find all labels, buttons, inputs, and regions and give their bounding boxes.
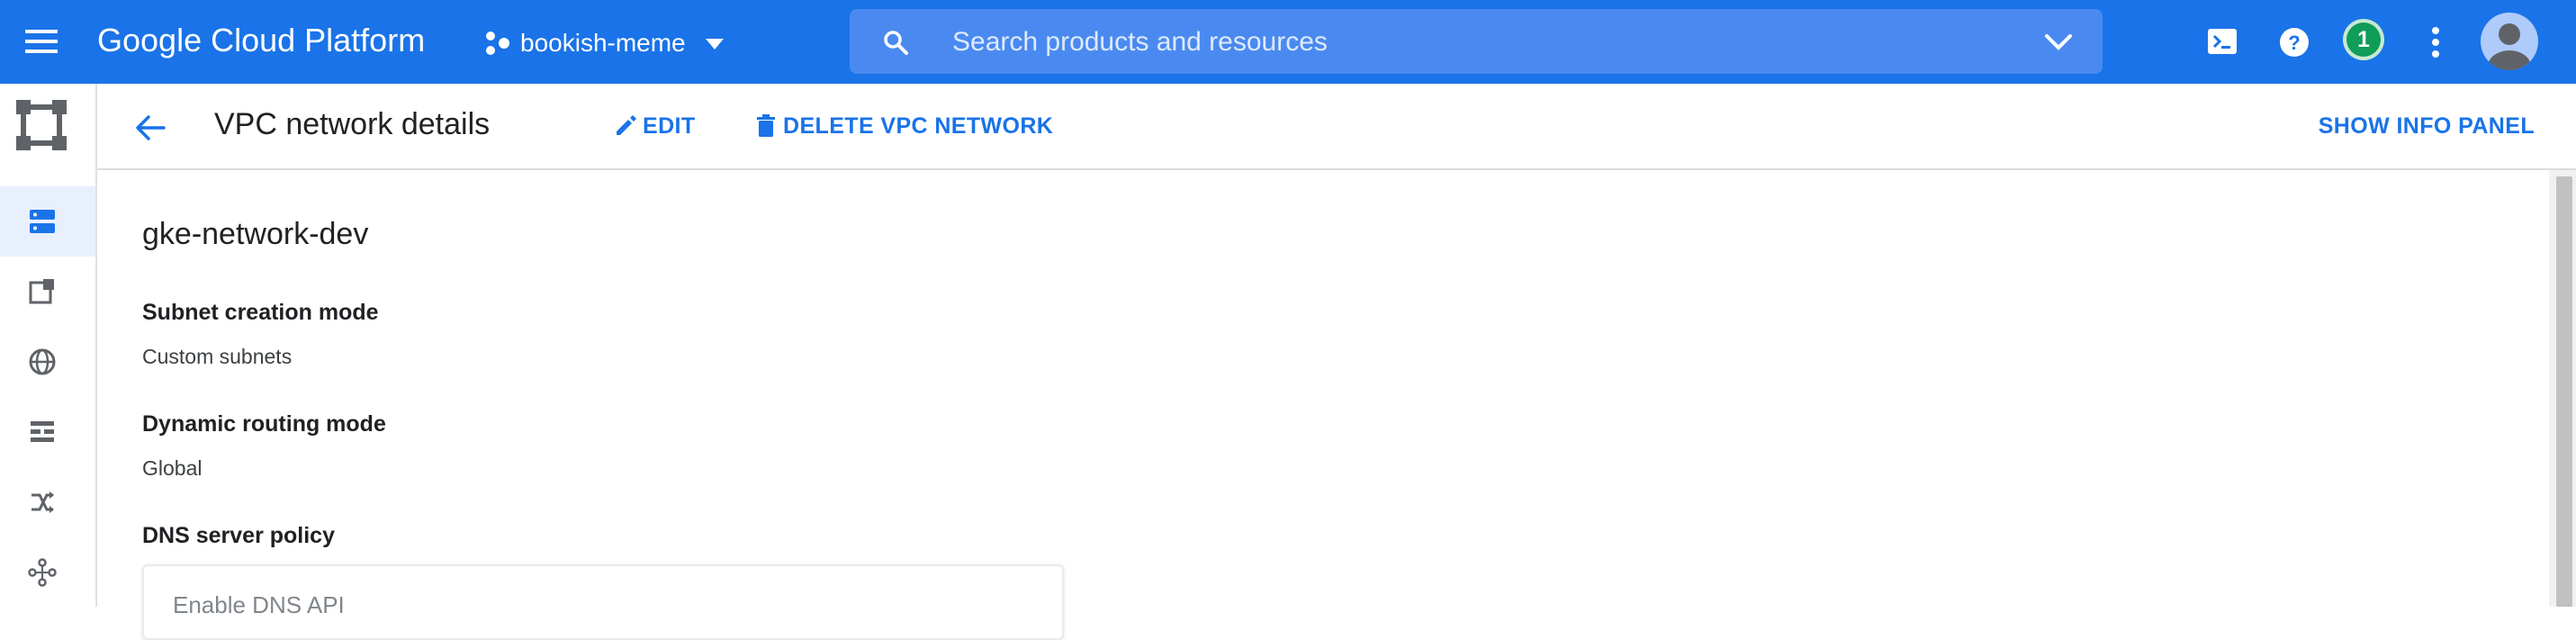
person-icon: [2488, 23, 2531, 70]
delete-vpc-network-button[interactable]: DELETE VPC NETWORK: [752, 105, 1053, 147]
rail-item-firewall[interactable]: [0, 397, 95, 467]
delete-label: DELETE VPC NETWORK: [783, 113, 1054, 139]
edit-label: EDIT: [643, 113, 696, 139]
cloud-shell-icon[interactable]: [2207, 28, 2238, 55]
firewall-icon: [31, 421, 54, 442]
pencil-icon: [617, 115, 636, 135]
enable-dns-api-text: Enable DNS API: [173, 591, 345, 618]
back-arrow-icon[interactable]: [133, 111, 167, 145]
rail-item-peering[interactable]: [0, 537, 95, 608]
dynamic-routing-mode-label: Dynamic routing mode: [142, 411, 386, 437]
subnet-creation-mode-value: Custom subnets: [142, 345, 293, 368]
show-info-panel-button[interactable]: SHOW INFO PANEL: [2319, 105, 2535, 147]
dns-api-card: Enable DNS API: [142, 564, 1064, 640]
scrollbar-thumb[interactable]: [2556, 176, 2572, 607]
network-details-content: gke-network-dev Subnet creation mode Cus…: [97, 170, 2549, 640]
dns-server-policy-label: DNS server policy: [142, 523, 335, 548]
account-avatar[interactable]: [2481, 13, 2538, 70]
rail-item-routes[interactable]: [0, 467, 95, 537]
vpc-networks-icon: [30, 210, 55, 233]
top-app-bar: Google Cloud Platform bookish-meme ? 1: [0, 0, 2576, 84]
routes-icon: [32, 491, 54, 513]
project-name: bookish-meme: [520, 29, 686, 57]
edit-button[interactable]: EDIT: [612, 105, 696, 147]
left-nav-rail: [0, 84, 97, 607]
svg-text:?: ?: [2288, 32, 2300, 54]
more-vert-icon[interactable]: [2430, 25, 2441, 59]
page-title: VPC network details: [214, 107, 491, 141]
project-selector[interactable]: bookish-meme: [482, 27, 727, 59]
search-icon: [884, 31, 908, 55]
rail-item-global[interactable]: [0, 327, 95, 397]
search-input[interactable]: [950, 9, 1989, 76]
rail-item-vpc-networks[interactable]: [0, 186, 95, 257]
globe-icon: [29, 348, 56, 375]
peering-icon: [28, 558, 57, 587]
chevron-down-icon[interactable]: [2043, 31, 2074, 54]
network-name: gke-network-dev: [142, 217, 369, 251]
app-title[interactable]: Google Cloud Platform: [97, 22, 425, 59]
rail-item-external-ip[interactable]: [0, 257, 95, 327]
hamburger-menu-icon[interactable]: [23, 27, 59, 56]
trash-icon: [757, 114, 775, 137]
show-info-panel-label: SHOW INFO PANEL: [2318, 113, 2535, 139]
dynamic-routing-mode-value: Global: [142, 456, 203, 480]
caret-down-icon: [705, 39, 724, 50]
help-icon[interactable]: ?: [2279, 27, 2310, 58]
search-bar[interactable]: [850, 9, 2103, 76]
notifications-badge[interactable]: 1: [2343, 19, 2384, 60]
subnet-creation-mode-label: Subnet creation mode: [142, 300, 379, 325]
vpc-network-product-icon: [16, 100, 67, 150]
external-ip-icon: [29, 279, 54, 304]
action-bar: VPC network details EDIT DELETE VPC NETW…: [97, 84, 2576, 170]
project-dots-icon: [486, 32, 509, 55]
